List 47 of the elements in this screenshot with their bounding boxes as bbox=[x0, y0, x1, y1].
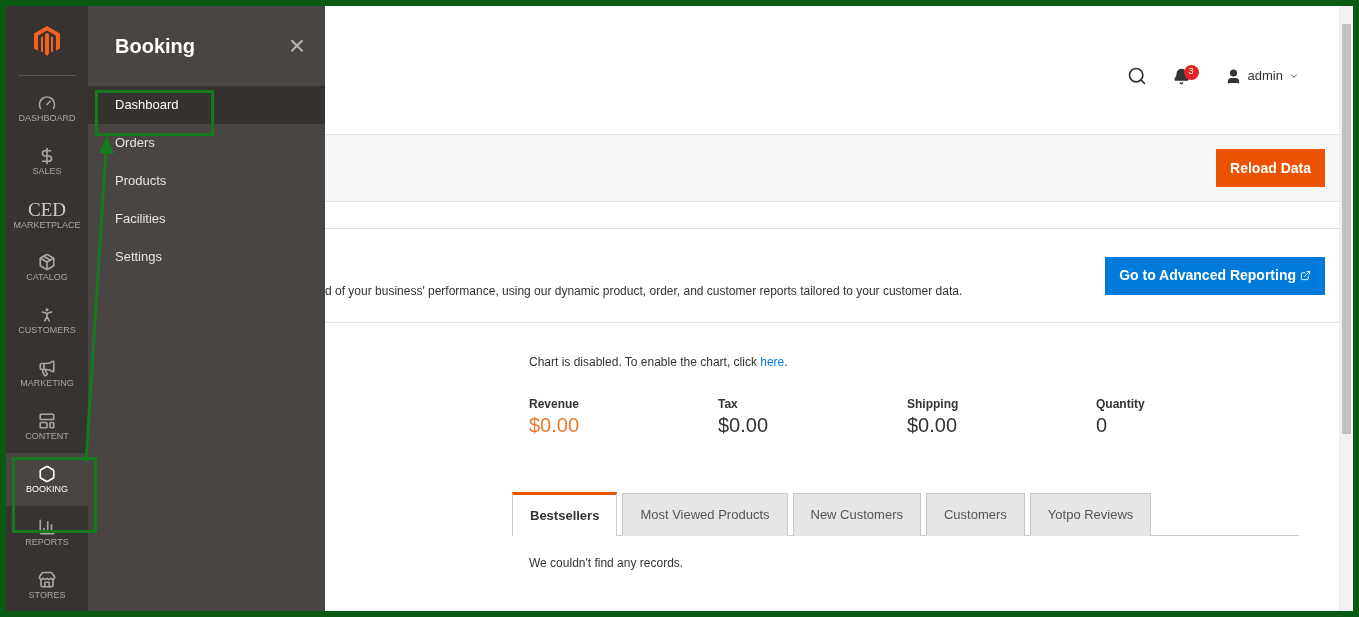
tab[interactable]: Customers bbox=[925, 493, 1025, 536]
submenu-item[interactable]: Dashboard bbox=[88, 86, 325, 124]
sidebar-item[interactable]: MARKETING bbox=[6, 347, 88, 400]
sidebar-item[interactable]: SALES bbox=[6, 135, 88, 188]
submenu-item[interactable]: Orders bbox=[88, 124, 325, 162]
tab[interactable]: Most Viewed Products bbox=[622, 493, 788, 536]
hexagon-icon bbox=[38, 465, 56, 483]
sidebar-item[interactable]: CUSTOMERS bbox=[6, 294, 88, 347]
bar-chart-icon bbox=[38, 518, 56, 536]
sidebar-item[interactable]: CED MARKETPLACE bbox=[6, 188, 88, 241]
megaphone-icon bbox=[38, 359, 56, 377]
tab[interactable]: New Customers bbox=[792, 493, 921, 536]
gauge-icon bbox=[38, 94, 56, 112]
total-label: Revenue bbox=[529, 396, 581, 413]
logo-icon bbox=[34, 25, 60, 56]
sidebar-item[interactable]: REPORTS bbox=[6, 506, 88, 559]
sidebar-item[interactable]: DASHBOARD bbox=[6, 82, 88, 135]
total-label: Shipping bbox=[907, 396, 960, 413]
empty-message: We couldn't find any records. bbox=[529, 555, 685, 572]
external-link-icon bbox=[1300, 270, 1311, 281]
sidebar-item[interactable]: CONTENT bbox=[6, 400, 88, 453]
reload-data-button[interactable]: Reload Data bbox=[1216, 149, 1325, 187]
total-value: $0.00 bbox=[907, 413, 959, 438]
caret-icon bbox=[1289, 71, 1299, 81]
search-icon[interactable] bbox=[1126, 66, 1147, 86]
store-icon bbox=[38, 571, 56, 589]
description-text: d of your business' performance, using our dynamic product, order, and customer reports tailored to your customer data. bbox=[325, 282, 963, 300]
submenu-item[interactable]: Facilities bbox=[88, 200, 325, 238]
advanced-reporting-button[interactable]: Go to Advanced Reporting bbox=[1105, 256, 1325, 295]
tab[interactable]: Yotpo Reviews bbox=[1029, 493, 1152, 536]
user-menu[interactable]: admin bbox=[1224, 66, 1299, 86]
submenu-item[interactable]: Settings bbox=[88, 238, 325, 276]
sidebar-item[interactable]: CATALOG bbox=[6, 241, 88, 294]
layout-icon bbox=[38, 412, 56, 430]
notifications-button[interactable]: 3 bbox=[1172, 67, 1199, 85]
chart-disabled-notice: Chart is disabled. To enable the chart, click here. bbox=[529, 354, 789, 371]
tab[interactable]: Bestsellers bbox=[512, 492, 618, 536]
total-label: Tax bbox=[718, 396, 739, 413]
submenu-title: Booking bbox=[115, 34, 195, 59]
total-value: $0.00 bbox=[718, 413, 770, 438]
box-icon bbox=[38, 253, 56, 271]
sidebar-item[interactable]: STORES bbox=[6, 559, 88, 611]
close-button[interactable]: × bbox=[288, 32, 305, 60]
submenu-item[interactable]: Products bbox=[88, 162, 325, 200]
total-value: 0 bbox=[1096, 413, 1109, 438]
total-value: $0.00 bbox=[529, 413, 581, 438]
total-label: Quantity bbox=[1096, 396, 1146, 413]
